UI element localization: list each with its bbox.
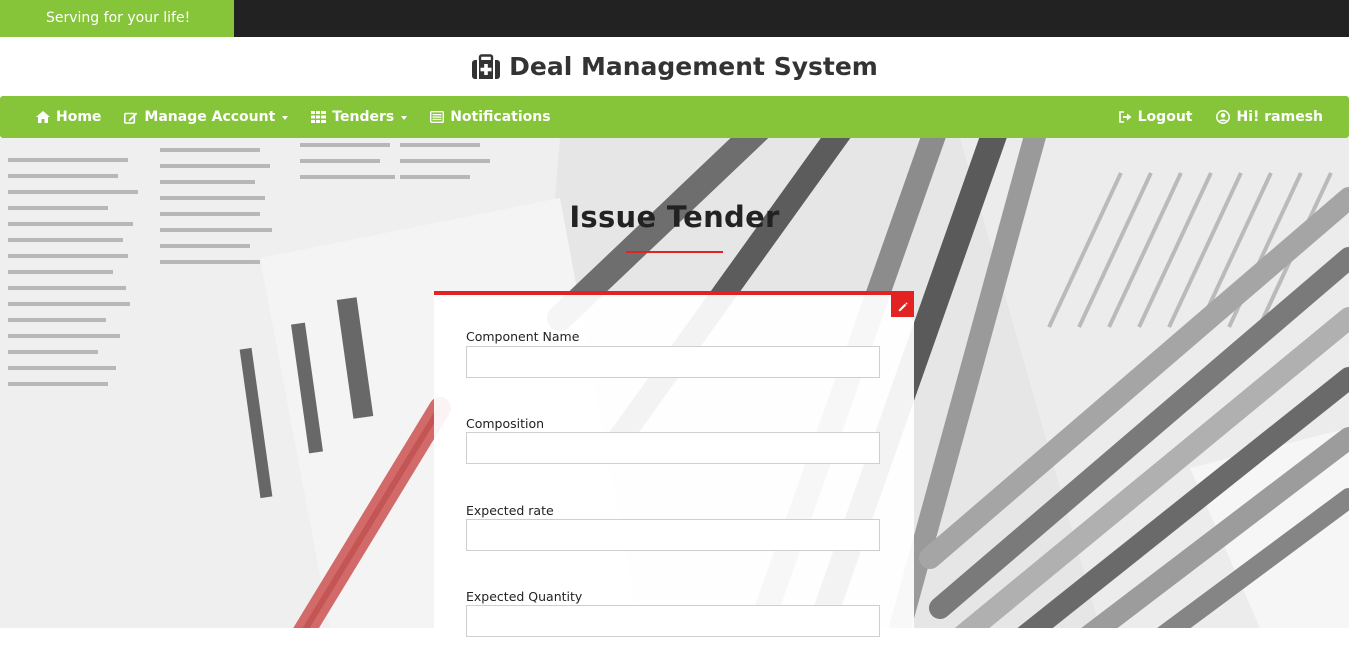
list-icon — [430, 111, 445, 123]
nav-home-label: Home — [56, 109, 102, 125]
component-name-label: Component Name — [466, 329, 580, 344]
nav-notifications-label: Notifications — [450, 109, 551, 125]
expected-rate-input[interactable] — [466, 519, 880, 551]
title-underline — [626, 251, 723, 253]
chevron-down-icon — [401, 116, 408, 120]
top-bar: Serving for your life! — [0, 0, 1349, 37]
page-title: Issue Tender — [569, 200, 780, 234]
home-icon — [36, 111, 50, 123]
user-circle-icon — [1216, 110, 1231, 124]
medkit-icon — [471, 53, 501, 80]
nav-manage-account-label: Manage Account — [144, 109, 276, 125]
composition-label: Composition — [466, 416, 545, 431]
expected-rate-label: Expected rate — [466, 503, 554, 518]
nav-notifications[interactable]: Notifications — [430, 109, 551, 125]
site-title: Deal Management System — [509, 52, 878, 81]
nav-tenders[interactable]: Tenders — [311, 109, 408, 125]
edit-badge — [891, 295, 914, 317]
nav-logout-label: Logout — [1137, 109, 1193, 125]
composition-input[interactable] — [466, 432, 880, 464]
nav-logout[interactable]: Logout — [1118, 109, 1193, 125]
expected-quantity-label: Expected Quantity — [466, 589, 583, 604]
nav-home[interactable]: Home — [36, 109, 101, 125]
pencil-icon — [898, 297, 908, 316]
site-brand[interactable]: Deal Management System — [0, 37, 1349, 96]
logout-icon — [1118, 111, 1132, 123]
edit-icon — [124, 111, 138, 124]
issue-tender-form: Component Name Composition Expected rate… — [434, 291, 914, 651]
component-name-input[interactable] — [466, 346, 880, 378]
main-navbar: Home Manage Account Tenders Notification… — [0, 96, 1349, 138]
nav-manage-account[interactable]: Manage Account — [124, 109, 289, 125]
grid-icon — [311, 111, 327, 123]
chevron-down-icon — [282, 116, 289, 120]
expected-quantity-input[interactable] — [466, 605, 880, 637]
nav-user-label: Hi! ramesh — [1236, 109, 1323, 125]
nav-user-menu[interactable]: Hi! ramesh — [1216, 109, 1323, 125]
tagline: Serving for your life! — [0, 0, 234, 37]
nav-tenders-label: Tenders — [332, 109, 395, 125]
